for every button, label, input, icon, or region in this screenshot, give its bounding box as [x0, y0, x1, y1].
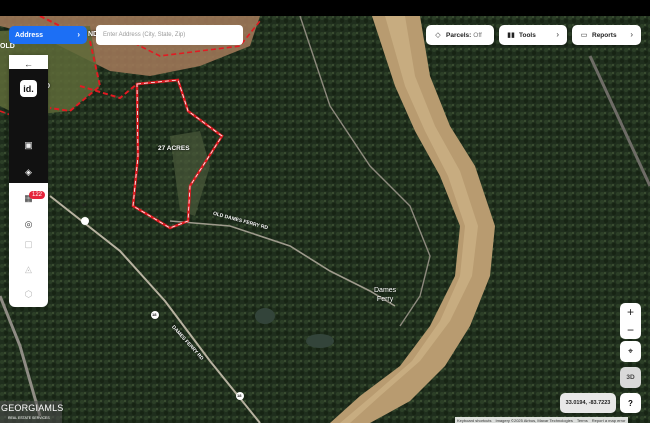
reports-label: Reports — [592, 31, 617, 39]
top-black-bar — [0, 0, 650, 16]
3d-toggle-button[interactable]: 3D — [620, 367, 641, 388]
chevron-right-icon: › — [556, 30, 559, 39]
route-marker-2: 18 — [152, 312, 157, 317]
address-placeholder: Enter Address (City, State, Zip) — [103, 32, 186, 38]
satellite-map[interactable] — [0, 16, 650, 423]
address-search-type-button[interactable]: Address › — [9, 26, 87, 44]
chevron-right-icon: › — [630, 30, 633, 39]
place-label-line2: Ferry — [376, 296, 394, 303]
zoom-out-button[interactable]: − — [620, 321, 641, 339]
parcel-acreage-label: 27 ACRES — [158, 145, 190, 152]
left-sidebar: ← id. ▣ ◈ ▦ ◎ ▢ ◬ ⬡ 122 — [9, 55, 48, 307]
document-icon[interactable]: ▢ — [9, 235, 48, 253]
place-label-dames-ferry: Dames Ferry — [374, 286, 396, 304]
parcels-toggle-button[interactable]: ◇ Parcels: Off — [426, 25, 494, 45]
tools-button[interactable]: ▮▮ Tools › — [499, 25, 567, 45]
layers-icon[interactable]: ◈ — [9, 163, 48, 181]
zoom-in-button[interactable]: + — [620, 303, 641, 321]
imagery-credit: Imagery ©2025 Airbus, Maxar Technologies — [495, 417, 573, 423]
notification-badge: 122 — [29, 191, 46, 199]
globe-icon[interactable]: ◎ — [9, 215, 48, 233]
watermark-sub: REAL ESTATE SERVICES — [8, 416, 50, 420]
keyboard-shortcuts-link[interactable]: Keyboard shortcuts — [457, 418, 491, 423]
tools-label: Tools — [519, 31, 536, 39]
route-marker-1: 18 — [82, 202, 87, 207]
shield-icon[interactable]: ⬡ — [9, 285, 48, 303]
coordinates-readout: 33.0194, -83.7223 — [560, 393, 616, 413]
droplet-icon[interactable]: ◬ — [9, 260, 48, 278]
address-button-label: Address — [15, 31, 44, 39]
tools-icon: ▮▮ — [507, 32, 515, 39]
watermark-main: GEORGIAMLS — [1, 403, 64, 413]
mls-watermark: GEORGIAMLS REAL ESTATE SERVICES — [0, 401, 64, 423]
locate-icon[interactable]: ⌖ — [620, 341, 641, 362]
parcels-label: Parcels: — [446, 31, 472, 39]
map-edge-label-old: OLD — [0, 43, 15, 50]
zoom-control: + − — [620, 303, 641, 339]
report-error-link[interactable]: Report a map error — [592, 418, 626, 423]
map-attribution: Keyboard shortcuts Imagery ©2025 Airbus,… — [455, 417, 628, 423]
reports-button[interactable]: ▭ Reports › — [572, 25, 641, 45]
parcels-state: Off — [473, 31, 482, 39]
route-marker-3: 18 — [237, 393, 242, 398]
map-imagery — [0, 16, 650, 423]
chevron-right-icon: › — [77, 30, 80, 39]
app-logo[interactable]: id. — [20, 80, 37, 97]
help-button[interactable]: ? — [620, 393, 641, 413]
terms-link[interactable]: Terms — [577, 418, 588, 423]
report-icon: ▭ — [580, 32, 588, 39]
parcel-tag-icon: ◇ — [435, 32, 441, 39]
place-label-line1: Dames — [374, 287, 397, 294]
panel-icon[interactable]: ▣ — [9, 136, 48, 154]
address-search-input[interactable]: Enter Address (City, State, Zip) — [96, 25, 243, 45]
